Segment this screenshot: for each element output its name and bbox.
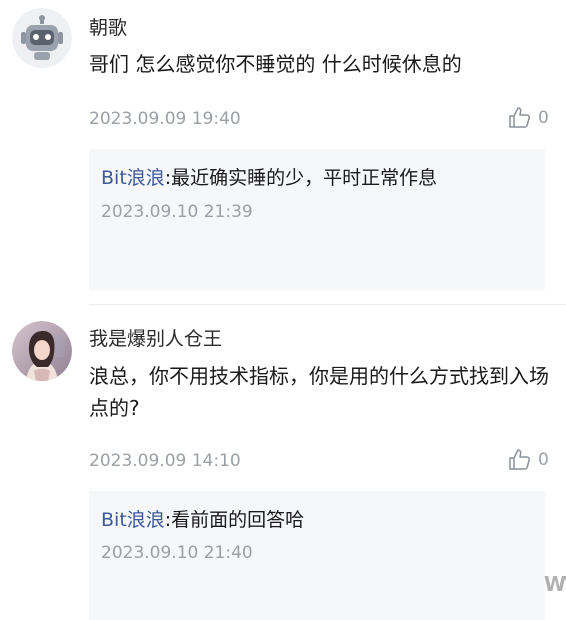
reply-timestamp: 2023.09.10 21:39: [101, 202, 253, 222]
like-count: 0: [538, 450, 549, 470]
comment-text: 哥们 怎么感觉你不睡觉的 什么时候休息的: [89, 52, 462, 76]
comment-username[interactable]: 我是爆别人仓王: [89, 324, 222, 351]
reply-username[interactable]: Bit浪浪: [101, 509, 165, 531]
thumbs-up-icon: [509, 107, 531, 128]
reply-box: Bit浪浪:最近确实睡的少，平时正常作息 2023.09.10 21:39: [89, 149, 545, 290]
comment-item: 我是爆别人仓王 浪总，你不用技术指标，你是用的什么方式找到入场点的? 2023.…: [0, 305, 566, 620]
reply-timestamp: 2023.09.10 21:40: [101, 543, 253, 563]
comment-timestamp: 2023.09.09 14:10: [89, 451, 241, 471]
comment-item: 朝歌 哥们 怎么感觉你不睡觉的 什么时候休息的 2023.09.09 19:40…: [0, 0, 566, 300]
avatar[interactable]: [12, 321, 72, 381]
reply-content: Bit浪浪:看前面的回答哈: [101, 505, 304, 532]
reply-content: Bit浪浪:最近确实睡的少，平时正常作息: [101, 163, 437, 190]
comment-username[interactable]: 朝歌: [89, 13, 127, 40]
thumbs-up-icon: [509, 449, 531, 470]
comment-timestamp: 2023.09.09 19:40: [89, 109, 241, 129]
like-count: 0: [538, 108, 549, 128]
watermark: WV: [544, 572, 566, 596]
like-button[interactable]: 0: [508, 448, 549, 472]
avatar[interactable]: [12, 8, 72, 68]
comment-text: 浪总，你不用技术指标，你是用的什么方式找到入场点的?: [89, 364, 549, 420]
like-button[interactable]: 0: [508, 106, 549, 130]
reply-box: Bit浪浪:看前面的回答哈 2023.09.10 21:40: [89, 491, 545, 620]
reply-text: 最近确实睡的少，平时正常作息: [171, 167, 438, 189]
reply-username[interactable]: Bit浪浪: [101, 167, 165, 189]
reply-text: 看前面的回答哈: [171, 509, 305, 531]
